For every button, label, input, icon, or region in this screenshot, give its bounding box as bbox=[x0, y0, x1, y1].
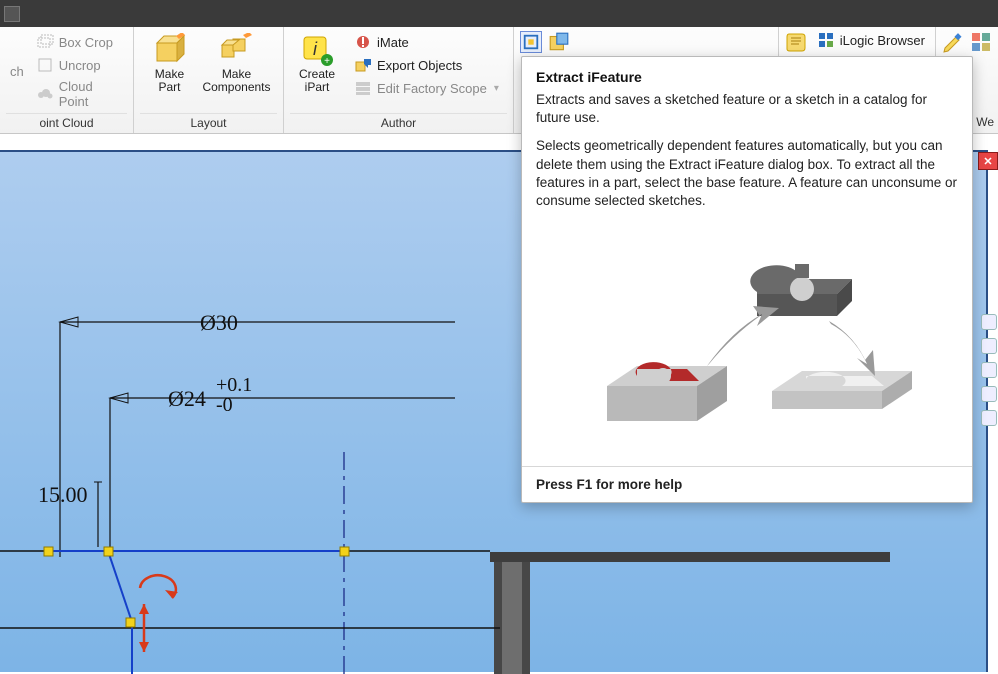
create-ipart-label1: Create bbox=[299, 67, 335, 81]
ilogic-browser-button[interactable]: iLogic Browser bbox=[813, 31, 929, 51]
export-objects-button[interactable]: Export Objects bbox=[350, 54, 503, 76]
title-bar bbox=[0, 0, 998, 27]
make-comp-label2: Components bbox=[202, 80, 270, 94]
uncrop-label: Uncrop bbox=[59, 58, 101, 73]
box-crop-label: Box Crop bbox=[59, 35, 113, 50]
panel-layout: MakePart MakeComponents Layout bbox=[134, 27, 284, 133]
dim-24-tol-dn: -0 bbox=[216, 394, 233, 417]
box-crop-icon bbox=[36, 33, 54, 51]
box-crop-button[interactable]: Box Crop bbox=[32, 31, 127, 53]
cloud-point-icon bbox=[36, 85, 54, 103]
make-part-icon bbox=[152, 33, 186, 67]
make-part-label2: Part bbox=[158, 80, 180, 94]
nav-tool-4[interactable] bbox=[981, 386, 997, 402]
extract-ifeature-tooltip: Extract iFeature Extracts and saves a sk… bbox=[521, 56, 973, 503]
nav-tool-5[interactable] bbox=[981, 410, 997, 426]
edit-factory-scope-icon bbox=[354, 79, 372, 97]
panel-point-cloud: ch Box Crop Uncrop bbox=[0, 27, 134, 133]
uncrop-button[interactable]: Uncrop bbox=[32, 54, 127, 76]
nav-tool-2[interactable] bbox=[981, 338, 997, 354]
scroll-icon[interactable] bbox=[785, 31, 807, 53]
make-part-button[interactable]: MakePart bbox=[142, 31, 196, 111]
svg-text:+: + bbox=[324, 56, 330, 67]
dropdown-icon: ▾ bbox=[494, 83, 499, 94]
panel-title-web: We bbox=[972, 113, 998, 131]
dim-15[interactable]: 15.00 bbox=[38, 482, 88, 508]
tooltip-title: Extract iFeature bbox=[522, 57, 972, 91]
cloud-point-label: Cloud Point bbox=[59, 79, 123, 109]
make-comp-label1: Make bbox=[222, 67, 251, 81]
highlight-edit-icon[interactable] bbox=[942, 31, 964, 53]
edit-factory-scope-button[interactable]: Edit Factory Scope ▾ bbox=[350, 77, 503, 99]
nav-tool-3[interactable] bbox=[981, 362, 997, 378]
viewport-close-button[interactable]: ✕ bbox=[978, 152, 998, 170]
components-grid-icon[interactable] bbox=[970, 31, 992, 53]
tooltip-illustration bbox=[522, 230, 972, 466]
view-tools-strip bbox=[980, 314, 998, 426]
export-objects-icon bbox=[354, 56, 372, 74]
dim-30[interactable]: Ø30 bbox=[200, 310, 238, 336]
make-components-button[interactable]: MakeComponents bbox=[198, 31, 274, 111]
create-ipart-icon: i+ bbox=[300, 33, 334, 67]
export-objects-label: Export Objects bbox=[377, 58, 462, 73]
cloud-point-button[interactable]: Cloud Point bbox=[32, 77, 127, 111]
panel-author: i+ CreateiPart iMate Export Objects bbox=[284, 27, 514, 133]
create-ipart-label2: iPart bbox=[305, 80, 330, 94]
extract-ifeature-button[interactable] bbox=[520, 31, 542, 53]
imate-label: iMate bbox=[377, 35, 409, 50]
ilogic-browser-label: iLogic Browser bbox=[840, 33, 925, 48]
panel-title-pointcloud: oint Cloud bbox=[6, 113, 127, 133]
make-part-label1: Make bbox=[155, 67, 184, 81]
dim-24[interactable]: Ø24 bbox=[168, 386, 206, 412]
make-components-icon bbox=[219, 33, 253, 67]
tooltip-footer: Press F1 for more help bbox=[522, 466, 972, 502]
create-ipart-button[interactable]: i+ CreateiPart bbox=[290, 31, 344, 111]
panel-title-layout: Layout bbox=[140, 113, 277, 133]
unknown-tool1-button[interactable] bbox=[548, 31, 570, 53]
tooltip-paragraph1: Extracts and saves a sketched feature or… bbox=[536, 91, 958, 127]
ilogic-browser-icon bbox=[817, 31, 835, 49]
panel-title-author: Author bbox=[290, 113, 507, 133]
imate-button[interactable]: iMate bbox=[350, 31, 503, 53]
edit-factory-scope-label: Edit Factory Scope bbox=[377, 81, 487, 96]
ch-label: ch bbox=[10, 64, 24, 79]
uncrop-icon bbox=[36, 56, 54, 74]
quick-access-dropdown-icon[interactable] bbox=[4, 6, 20, 22]
imate-icon bbox=[354, 33, 372, 51]
tooltip-paragraph2: Selects geometrically dependent features… bbox=[536, 137, 958, 210]
nav-tool-1[interactable] bbox=[981, 314, 997, 330]
ch-button[interactable]: ch bbox=[6, 62, 28, 81]
